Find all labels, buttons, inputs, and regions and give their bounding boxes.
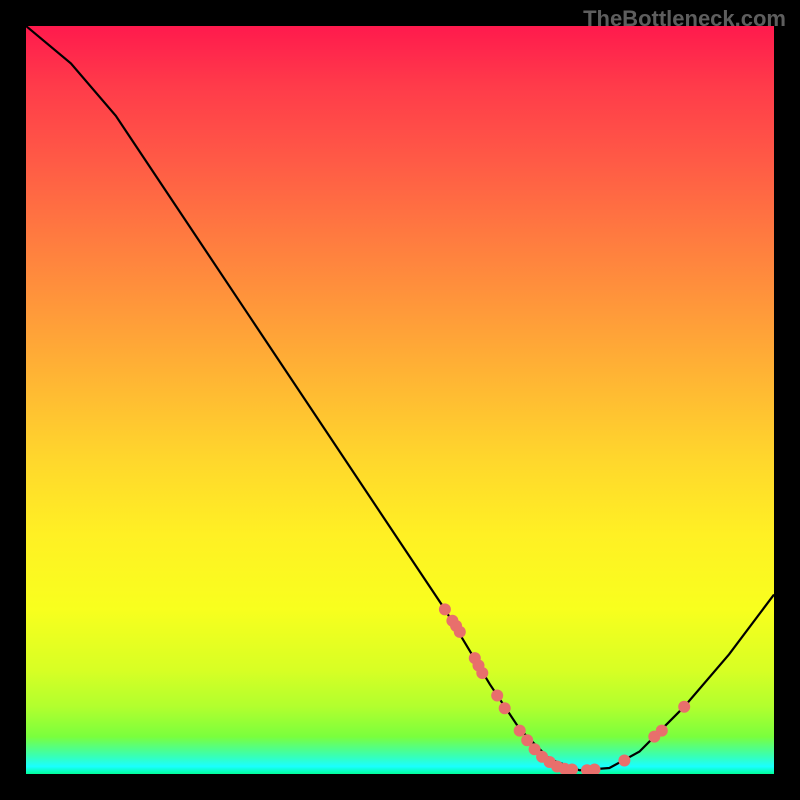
data-point: [589, 764, 601, 775]
data-point: [678, 701, 690, 713]
chart-area: [26, 26, 774, 774]
data-point: [439, 603, 451, 615]
data-points: [439, 603, 690, 774]
data-point: [491, 690, 503, 702]
data-point: [618, 755, 630, 767]
data-point: [454, 626, 466, 638]
watermark-text: TheBottleneck.com: [583, 6, 786, 32]
data-point: [476, 667, 488, 679]
chart-svg: [26, 26, 774, 774]
curve-line: [26, 26, 774, 770]
data-point: [499, 702, 511, 714]
data-point: [656, 725, 668, 737]
data-point: [514, 725, 526, 737]
